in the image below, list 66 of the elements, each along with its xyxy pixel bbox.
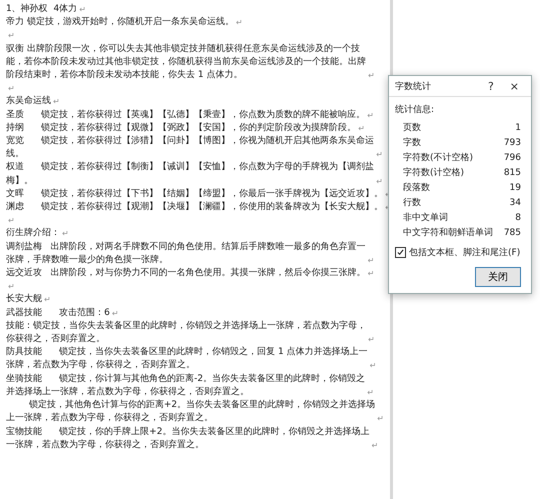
paragraph-mark: ↵ [358,122,365,135]
paragraph-text: 技能：锁定技，当你失去装备区里的此牌时，你销毁之并选择场上一张牌，若点数为字母， 你获得之，否则弃置之。 [6,320,366,346]
paragraph-mark: ↵ [368,334,375,346]
paragraph-mark: ↵ [8,281,15,294]
stat-value: 815 [504,167,521,180]
paragraph-mark: ↵ [8,215,15,228]
stat-label: 段落数 [403,182,430,195]
paragraph-mark: ↵ [62,228,69,240]
paragraph-mark: ↵ [377,413,384,426]
paragraph-text: 持纲 锁定技，若你获得过【观微】【弼政】【安国】，你的判定阶段改为摸牌阶段。 [6,122,356,135]
checkmark-icon [397,249,404,256]
stat-label: 非中文单词 [403,212,448,225]
paragraph-text: 驭衡 出牌阶段限一次，你可以失去其他非锁定技并随机获得任意东吴命运线涉及的一个技 能，若你本阶段未发动过其他非锁定技，你随机获得当前东吴命运线涉及的一个技能。出牌 阶段结束时，若你本阶段未发动本技能，你失去 1 点体力。 [6,42,366,82]
checkbox-label: 包括文本框、脚注和尾注(F) [409,246,520,259]
close-dialog-button[interactable]: 关闭 [475,267,521,287]
paragraph-mark: ↵ [236,17,243,30]
close-button[interactable]: × [504,80,525,92]
paragraph-mark: ↵ [368,254,374,267]
stat-value: 8 [515,212,521,225]
stat-label: 中文字符和朝鲜语单词 [403,226,493,240]
section-label: 统计信息: [395,104,436,116]
stat-label: 字符数(不计空格) [403,152,474,165]
paragraph-text: 衍生牌介绍： [6,227,60,240]
paragraph-mark: ↵ [368,70,375,82]
paragraph-mark: ↵ [53,96,60,108]
paragraph-text: 武器技能 攻击范围：6 [6,306,110,320]
paragraph-mark: ↵ [112,308,119,320]
stat-value: 793 [504,137,521,150]
paragraph-text: 渊虑 锁定技，若你获得过【观潮】【决堰】【澜疆】，你使用的装备牌改为【长安大舰】。 [6,201,384,214]
paragraph-mark: ↵ [367,386,374,399]
paragraph-mark: ↵ [370,360,376,372]
stat-value: 796 [504,152,521,165]
stat-value: 785 [504,227,521,240]
paragraph-mark: ↵ [8,83,15,96]
paragraph-text: 远交近攻 出牌阶段，对与你势力不同的一名角色使用。其摸一张牌，然后令你摸三张牌。 [6,267,366,280]
paragraph-text: 调剂盐梅 出牌阶段，对两名手牌数不同的角色使用。结算后手牌数唯一最多的角色弃置一 张牌，手牌数唯一最少的角色摸一张牌。 [6,240,366,267]
paragraph-text: 长安大舰 [6,293,42,306]
stat-label: 字数 [403,136,421,150]
paragraph-mark: ↵ [368,268,374,280]
paragraph-text: 文晖 锁定技，若你获得过【下书】【结姻】【缔盟】，你最后一张手牌视为【远交近攻】。 [6,188,384,201]
paragraph-mark: ↵ [376,176,383,188]
help-button[interactable]: ? [482,80,500,92]
paragraph-text: 东吴命运线 [6,95,51,108]
paragraph-mark: ↵ [79,4,86,16]
paragraph-text: 权道 锁定技，若你获得过【制衡】【诫训】【安恤】，你点数为字母的手牌视为【调剂盐 梅】。 [6,161,374,188]
stat-label: 字符数(计空格) [403,166,464,180]
paragraph-mark: ↵ [367,110,374,122]
paragraph-mark: ↵ [8,30,15,42]
paragraph-mark: ↵ [371,440,378,452]
stat-value: 34 [510,197,521,210]
stat-value: 1 [515,122,521,135]
checkbox[interactable] [395,247,406,258]
paragraph-mark: ↵ [376,149,383,162]
paragraph-mark: ↵ [44,294,51,306]
paragraph-text: 锁定技，其他角色计算与你的距离+2。当你失去装备区里的此牌时，你销毁之并选择场 上一张牌，若点数为字母，你获得之，否则弃置之。 [6,399,376,426]
paragraph-text: 帝力 锁定技，游戏开始时，你随机开启一条东吴命运线。 [6,16,234,30]
paragraph-text: 1、神孙权 4体力 [6,3,78,16]
paragraph-text: 坐骑技能 锁定技，你计算与其他角色的距离-2。当你失去装备区里的此牌时，你销毁之 并选择场上一张牌，若点数为字母，你获得之，否则弃置之。 [6,372,366,399]
paragraph-text: 防具技能 锁定技，当你失去装备区里的此牌时，你销毁之，回复 1 点体力并选择场上一 张牌，若点数为字母，你获得之，否则弃置之。 [6,346,368,372]
stat-value: 19 [510,182,521,195]
paragraph-text: 宽览 锁定技，若你获得过【涉猎】【问卦】【博图】，你视为随机开启其他两条东吴命运 线。 [6,135,374,162]
stat-label: 行数 [403,196,421,210]
paragraph-text: 宝物技能 锁定技，你的手牌上限+2。当你失去装备区里的此牌时，你销毁之并选择场上 一张牌，若点数为字母，你获得之，否则弃置之。 [6,426,370,452]
stat-label: 页数 [403,122,421,135]
dialog-title: 字数统计 [395,80,432,92]
paragraph-text: 圣质 锁定技，若你获得过【英魂】【弘德】【秉壹】，你点数为质数的牌不能被响应。 [6,108,366,122]
